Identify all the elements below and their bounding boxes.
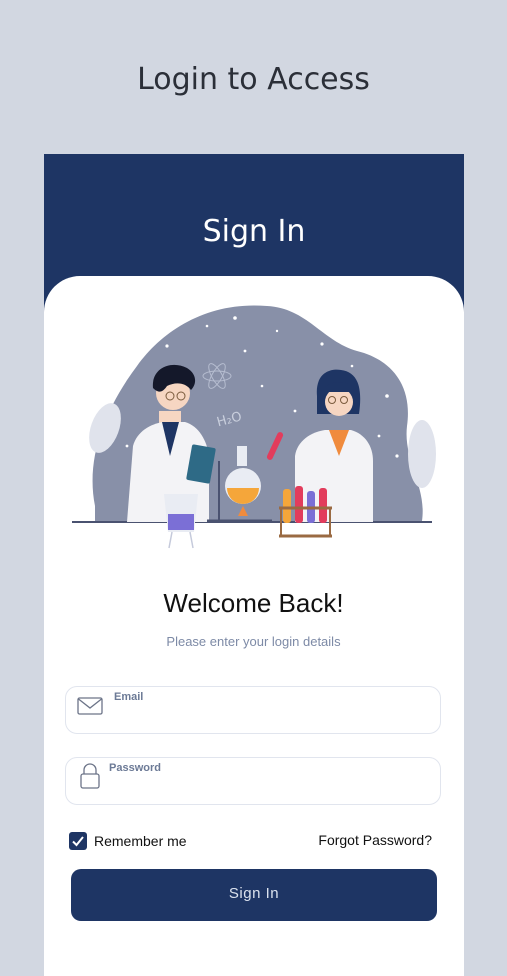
login-subtitle: Please enter your login details bbox=[166, 634, 341, 649]
card-header-title: Sign In bbox=[202, 214, 306, 249]
checkmark-icon bbox=[72, 836, 84, 847]
password-label: Password bbox=[109, 762, 161, 774]
envelope-icon bbox=[77, 697, 103, 715]
remember-label: Remember me bbox=[94, 833, 187, 849]
email-field[interactable]: Email bbox=[65, 686, 441, 734]
remember-checkbox[interactable] bbox=[69, 832, 87, 850]
scientists-illustration: H₂O bbox=[72, 305, 436, 549]
sign-in-button[interactable]: Sign In bbox=[71, 869, 437, 921]
remember-me[interactable]: Remember me bbox=[69, 831, 187, 851]
lock-icon bbox=[80, 763, 100, 789]
email-label: Email bbox=[114, 691, 144, 703]
forgot-password-link[interactable]: Forgot Password? bbox=[318, 832, 432, 848]
password-input[interactable] bbox=[109, 778, 433, 802]
beaker bbox=[164, 494, 198, 549]
password-field[interactable]: Password bbox=[65, 757, 441, 805]
welcome-heading: Welcome Back! bbox=[163, 588, 344, 618]
email-input[interactable] bbox=[109, 707, 433, 731]
page-title: Login to Access bbox=[137, 62, 370, 97]
side-blob-right bbox=[408, 420, 436, 488]
